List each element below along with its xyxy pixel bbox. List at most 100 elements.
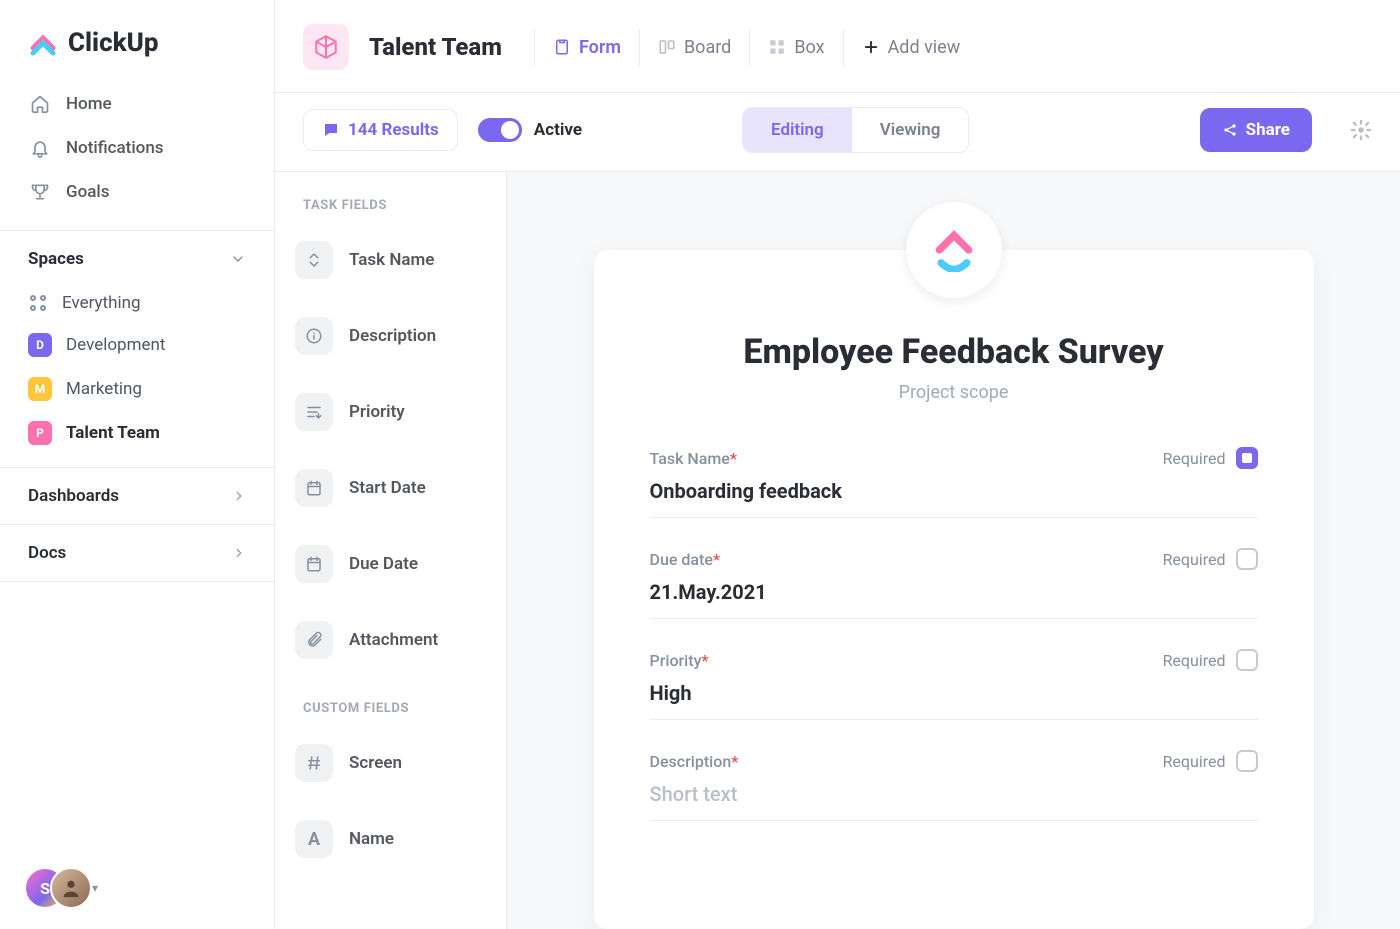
required-checkbox[interactable] <box>1236 447 1258 469</box>
board-icon <box>658 38 676 56</box>
text-icon: A <box>295 820 333 858</box>
active-switch[interactable] <box>478 118 522 142</box>
form-field-description[interactable]: Description* Required Short text <box>650 750 1258 821</box>
comment-icon <box>322 121 340 139</box>
box-icon <box>768 38 786 56</box>
mode-segment: Editing Viewing <box>742 107 969 153</box>
task-fields-heading: TASK FIELDS <box>275 198 506 229</box>
form-field-value[interactable]: High <box>650 681 1258 720</box>
page-title: Talent Team <box>369 33 502 61</box>
form-field-label: Task Name* <box>650 449 737 468</box>
form-card: Employee Feedback Survey Project scope T… <box>594 250 1314 929</box>
field-label: Start Date <box>349 478 426 498</box>
custom-fields-heading: CUSTOM FIELDS <box>275 701 506 732</box>
form-field-task-name[interactable]: Task Name* Required Onboarding feedback <box>650 447 1258 518</box>
form-field-due-date[interactable]: Due date* Required 21.May.2021 <box>650 548 1258 619</box>
required-checkbox[interactable] <box>1236 649 1258 671</box>
view-tab-label: Form <box>579 37 621 58</box>
field-start-date[interactable]: Start Date <box>275 457 506 519</box>
nav-docs-label: Docs <box>28 543 66 563</box>
form-field-label: Priority* <box>650 651 709 670</box>
form-title[interactable]: Employee Feedback Survey <box>650 332 1258 372</box>
results-button[interactable]: 144 Results <box>303 109 458 151</box>
view-tab-label: Box <box>794 37 824 58</box>
subbar: 144 Results Active Editing Viewing Share <box>275 92 1400 171</box>
everything-icon <box>28 293 48 313</box>
form-logo[interactable] <box>906 202 1002 298</box>
field-attachment[interactable]: Attachment <box>275 609 506 671</box>
required-checkbox[interactable] <box>1236 548 1258 570</box>
form-field-value[interactable]: Onboarding feedback <box>650 479 1258 518</box>
view-tabs: Form Board Box Add view <box>534 29 978 66</box>
field-due-date[interactable]: Due Date <box>275 533 506 595</box>
brand-name: ClickUp <box>68 28 159 58</box>
nav-docs[interactable]: Docs <box>0 525 274 581</box>
spaces-header[interactable]: Spaces <box>0 231 274 283</box>
space-label: Marketing <box>66 379 142 399</box>
calendar-icon <box>295 545 333 583</box>
space-everything[interactable]: Everything <box>16 283 258 323</box>
home-icon <box>30 94 50 114</box>
spaces-header-label: Spaces <box>28 249 84 269</box>
nav-home-label: Home <box>66 94 112 114</box>
avatar-user <box>50 867 92 909</box>
nav-notifications-label: Notifications <box>66 138 164 158</box>
form-field-priority[interactable]: Priority* Required High <box>650 649 1258 720</box>
brand-logo[interactable]: ClickUp <box>0 0 274 82</box>
nav-notifications[interactable]: Notifications <box>16 126 258 170</box>
gear-icon[interactable] <box>1350 119 1372 141</box>
hash-icon <box>295 744 333 782</box>
space-talent-team[interactable]: P Talent Team <box>16 411 258 455</box>
nav-goals[interactable]: Goals <box>16 170 258 214</box>
trophy-icon <box>30 182 50 202</box>
view-tab-board[interactable]: Board <box>639 29 749 66</box>
view-tab-box[interactable]: Box <box>749 29 842 66</box>
bell-icon <box>30 138 50 158</box>
view-tab-add[interactable]: Add view <box>843 29 979 66</box>
space-label: Talent Team <box>66 423 160 443</box>
required-label: Required <box>1163 449 1226 468</box>
field-label: Description <box>349 326 436 346</box>
form-field-placeholder[interactable]: Short text <box>650 782 1258 821</box>
attachment-icon <box>295 621 333 659</box>
mode-viewing[interactable]: Viewing <box>852 108 969 152</box>
form-canvas: Employee Feedback Survey Project scope T… <box>507 172 1400 929</box>
user-menu[interactable]: S ▾ <box>24 867 98 909</box>
field-task-name[interactable]: Task Name <box>275 229 506 291</box>
nav-dashboards-label: Dashboards <box>28 486 119 506</box>
person-icon <box>60 877 82 899</box>
view-tab-label: Board <box>684 37 731 58</box>
share-label: Share <box>1246 120 1290 140</box>
view-tab-form[interactable]: Form <box>534 29 639 66</box>
mode-editing[interactable]: Editing <box>743 108 852 152</box>
field-label: Priority <box>349 402 405 422</box>
space-badge: D <box>28 333 52 357</box>
required-checkbox[interactable] <box>1236 750 1258 772</box>
field-label: Screen <box>349 753 402 773</box>
share-button[interactable]: Share <box>1200 108 1312 152</box>
nav-dashboards[interactable]: Dashboards <box>0 468 274 524</box>
chevron-right-icon <box>232 546 246 560</box>
chevron-right-icon <box>232 489 246 503</box>
field-label: Attachment <box>349 630 438 650</box>
form-subtitle[interactable]: Project scope <box>650 382 1258 403</box>
fields-panel: TASK FIELDS Task Name Description Priori… <box>275 172 507 929</box>
nav-home[interactable]: Home <box>16 82 258 126</box>
chevron-down-icon <box>230 251 246 267</box>
cube-icon <box>313 34 339 60</box>
priority-icon <box>295 393 333 431</box>
space-marketing[interactable]: M Marketing <box>16 367 258 411</box>
field-name[interactable]: A Name <box>275 808 506 870</box>
plus-icon <box>862 38 880 56</box>
field-description[interactable]: Description <box>275 305 506 367</box>
field-priority[interactable]: Priority <box>275 381 506 443</box>
topbar: Talent Team Form Board Box Add view <box>275 0 1400 92</box>
field-label: Task Name <box>349 250 434 270</box>
space-development[interactable]: D Development <box>16 323 258 367</box>
form-field-value[interactable]: 21.May.2021 <box>650 580 1258 619</box>
field-screen[interactable]: Screen <box>275 732 506 794</box>
space-icon <box>303 24 349 70</box>
required-label: Required <box>1163 752 1226 771</box>
view-tab-label: Add view <box>888 37 961 58</box>
space-badge: M <box>28 377 52 401</box>
